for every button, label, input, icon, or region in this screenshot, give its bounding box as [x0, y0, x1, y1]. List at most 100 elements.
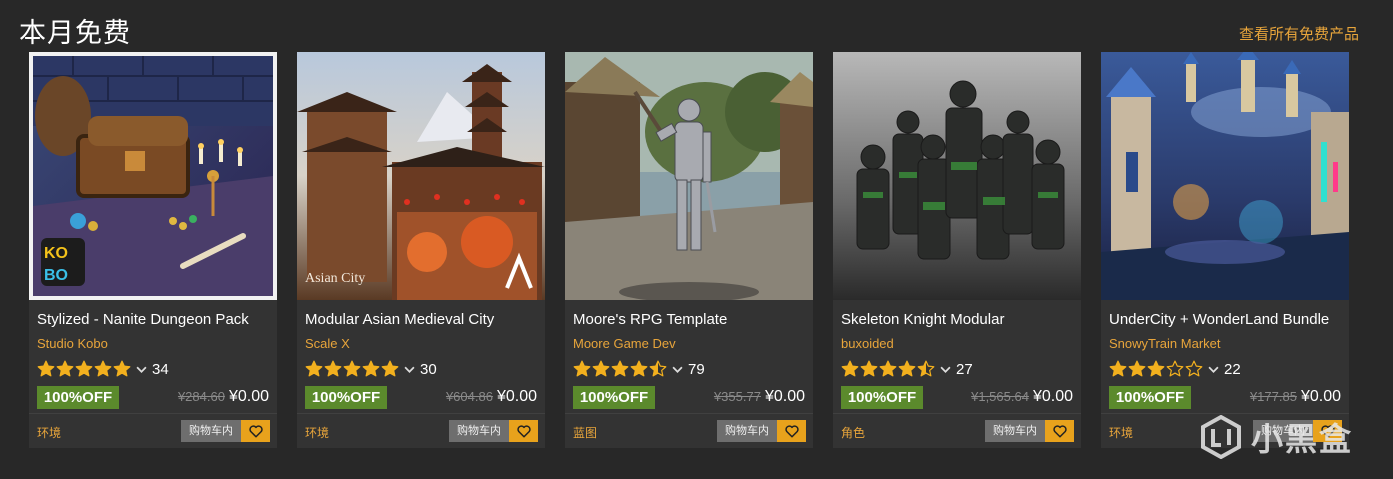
discount-badge: 100%OFF — [37, 386, 119, 409]
heart-icon — [784, 424, 799, 438]
star-icon — [1128, 360, 1146, 377]
section-title: 本月免费 — [19, 18, 131, 49]
chevron-down-icon[interactable] — [940, 364, 951, 375]
category-link[interactable]: 环境 — [37, 424, 61, 441]
product-seller[interactable]: Studio Kobo — [37, 336, 108, 351]
wishlist-button[interactable] — [241, 420, 270, 442]
in-cart-button[interactable]: 购物车内 — [717, 420, 777, 442]
star-icon — [860, 360, 878, 377]
view-all-free-link[interactable]: 查看所有免费产品 — [1239, 23, 1359, 44]
product-rating: 27 — [841, 359, 973, 379]
rating-stars — [1109, 360, 1203, 378]
star-icon — [94, 360, 112, 377]
chevron-down-icon[interactable] — [404, 364, 415, 375]
star-icon — [362, 360, 380, 377]
category-link[interactable]: 角色 — [841, 424, 865, 441]
discount-badge: 100%OFF — [305, 386, 387, 409]
review-count: 22 — [1224, 360, 1241, 378]
wishlist-button[interactable] — [1045, 420, 1074, 442]
product-thumbnail[interactable] — [833, 52, 1081, 300]
current-price: ¥0.00 — [1032, 388, 1073, 405]
product-card[interactable]: KO BO Stylized - Nanite Dungeon Pack Stu… — [29, 52, 277, 448]
wishlist-button[interactable] — [509, 420, 538, 442]
review-count: 30 — [420, 360, 437, 378]
review-count: 79 — [688, 360, 705, 378]
category-link[interactable]: 蓝图 — [573, 424, 597, 441]
in-cart-button[interactable]: 购物车内 — [181, 420, 241, 442]
star-icon — [1166, 360, 1184, 377]
original-price: ¥355.77 — [713, 389, 761, 404]
in-cart-button[interactable]: 购物车内 — [449, 420, 509, 442]
star-icon — [324, 360, 342, 377]
divider — [833, 413, 1081, 414]
product-rating: 30 — [305, 359, 437, 379]
review-count: 27 — [956, 360, 973, 378]
category-link[interactable]: 环境 — [305, 424, 329, 441]
chevron-down-icon[interactable] — [1208, 364, 1219, 375]
category-link[interactable]: 环境 — [1109, 424, 1133, 441]
product-rating: 22 — [1109, 359, 1241, 379]
star-icon — [649, 360, 667, 377]
price-block: ¥1,565.64 ¥0.00 — [971, 388, 1073, 406]
star-icon — [611, 360, 629, 377]
product-title[interactable]: UnderCity + WonderLand Bundle — [1109, 311, 1329, 328]
product-thumbnail[interactable] — [565, 52, 813, 300]
discount-badge: 100%OFF — [1109, 386, 1191, 409]
star-icon — [1109, 360, 1127, 377]
product-card[interactable]: Moore's RPG Template Moore Game Dev 79 1… — [565, 52, 813, 448]
current-price: ¥0.00 — [1300, 388, 1341, 405]
heart-icon — [1052, 424, 1067, 438]
product-list: KO BO Stylized - Nanite Dungeon Pack Stu… — [29, 52, 1349, 448]
original-price: ¥177.85 — [1249, 389, 1297, 404]
chevron-down-icon[interactable] — [136, 364, 147, 375]
product-title[interactable]: Stylized - Nanite Dungeon Pack — [37, 311, 249, 328]
star-icon — [37, 360, 55, 377]
divider — [297, 413, 545, 414]
watermark-text: 小黑盒 — [1250, 420, 1353, 458]
product-thumbnail[interactable]: KO BO — [29, 52, 277, 300]
product-card[interactable]: Asian City Modular Asian Medieval City S… — [297, 52, 545, 448]
price-block: ¥177.85 ¥0.00 — [1250, 388, 1341, 406]
kobo-logo: KO — [44, 245, 68, 262]
product-title[interactable]: Moore's RPG Template — [573, 311, 727, 328]
product-card[interactable]: UnderCity + WonderLand Bundle SnowyTrain… — [1101, 52, 1349, 448]
star-icon — [113, 360, 131, 377]
discount-badge: 100%OFF — [573, 386, 655, 409]
rating-stars — [573, 360, 667, 378]
current-price: ¥0.00 — [764, 388, 805, 405]
watermark: 小黑盒 — [1199, 414, 1353, 460]
price-block: ¥355.77 ¥0.00 — [714, 388, 805, 406]
product-seller[interactable]: Scale X — [305, 336, 350, 351]
product-rating: 79 — [573, 359, 705, 379]
product-thumbnail[interactable] — [1101, 52, 1349, 300]
product-title[interactable]: Modular Asian Medieval City — [305, 311, 494, 328]
current-price: ¥0.00 — [496, 388, 537, 405]
product-seller[interactable]: SnowyTrain Market — [1109, 336, 1221, 351]
divider — [565, 413, 813, 414]
wishlist-button[interactable] — [777, 420, 806, 442]
product-thumbnail[interactable]: Asian City — [297, 52, 545, 300]
current-price: ¥0.00 — [228, 388, 269, 405]
discount-badge: 100%OFF — [841, 386, 923, 409]
star-icon — [1147, 360, 1165, 377]
rating-stars — [305, 360, 399, 378]
in-cart-button[interactable]: 购物车内 — [985, 420, 1045, 442]
rating-stars — [841, 360, 935, 378]
rating-stars — [37, 360, 131, 378]
product-rating: 34 — [37, 359, 169, 379]
price-block: ¥604.86 ¥0.00 — [446, 388, 537, 406]
star-icon — [343, 360, 361, 377]
star-icon — [841, 360, 859, 377]
star-icon — [917, 360, 935, 377]
product-seller[interactable]: Moore Game Dev — [573, 336, 676, 351]
star-icon — [898, 360, 916, 377]
svg-text:BO: BO — [44, 267, 68, 284]
chevron-down-icon[interactable] — [672, 364, 683, 375]
original-price: ¥604.86 — [445, 389, 493, 404]
product-seller[interactable]: buxoided — [841, 336, 894, 351]
product-title[interactable]: Skeleton Knight Modular — [841, 311, 1004, 328]
price-block: ¥284.60 ¥0.00 — [178, 388, 269, 406]
star-icon — [381, 360, 399, 377]
product-card[interactable]: Skeleton Knight Modular buxoided 27 100%… — [833, 52, 1081, 448]
star-icon — [1185, 360, 1203, 377]
